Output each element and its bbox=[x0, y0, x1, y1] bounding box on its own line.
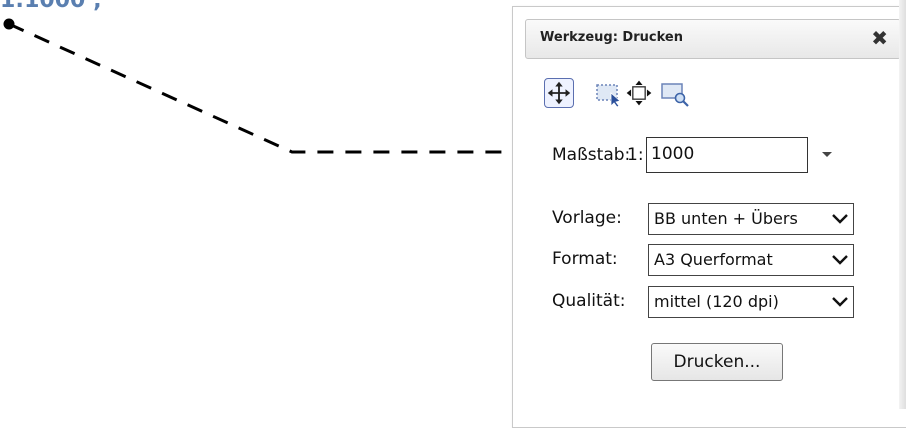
zoom-select-icon[interactable] bbox=[660, 78, 690, 108]
panel-title: Werkzeug: Drucken bbox=[540, 30, 683, 45]
scale-input[interactable]: 1000 bbox=[646, 137, 808, 173]
scale-label: Maßstab: bbox=[552, 145, 631, 165]
template-select-value: BB unten + Übers bbox=[654, 209, 798, 228]
arrow-dashed-line bbox=[8, 22, 530, 154]
close-icon[interactable]: ✖ bbox=[871, 27, 888, 49]
format-select[interactable]: A3 Querformat bbox=[648, 244, 854, 276]
print-button[interactable]: Drucken... bbox=[651, 343, 783, 381]
template-label: Vorlage: bbox=[552, 208, 622, 228]
chevron-down-icon bbox=[832, 297, 848, 307]
scale-dropdown-icon[interactable] bbox=[820, 147, 834, 161]
panel-edge bbox=[899, 0, 906, 409]
quality-select[interactable]: mittel (120 dpi) bbox=[648, 286, 854, 318]
format-select-value: A3 Querformat bbox=[654, 250, 773, 269]
scale-prefix: 1: bbox=[627, 145, 644, 165]
pan-icon[interactable] bbox=[544, 78, 574, 108]
chevron-down-icon bbox=[832, 214, 848, 224]
format-label: Format: bbox=[552, 249, 618, 269]
quality-select-value: mittel (120 dpi) bbox=[654, 292, 779, 311]
move-icon[interactable] bbox=[624, 78, 654, 108]
panel-titlebar: Werkzeug: Drucken ✖ bbox=[525, 19, 901, 59]
select-area-icon[interactable] bbox=[594, 78, 624, 108]
chevron-down-icon bbox=[832, 255, 848, 265]
quality-label: Qualität: bbox=[552, 291, 626, 311]
template-select[interactable]: BB unten + Übers bbox=[648, 203, 854, 235]
